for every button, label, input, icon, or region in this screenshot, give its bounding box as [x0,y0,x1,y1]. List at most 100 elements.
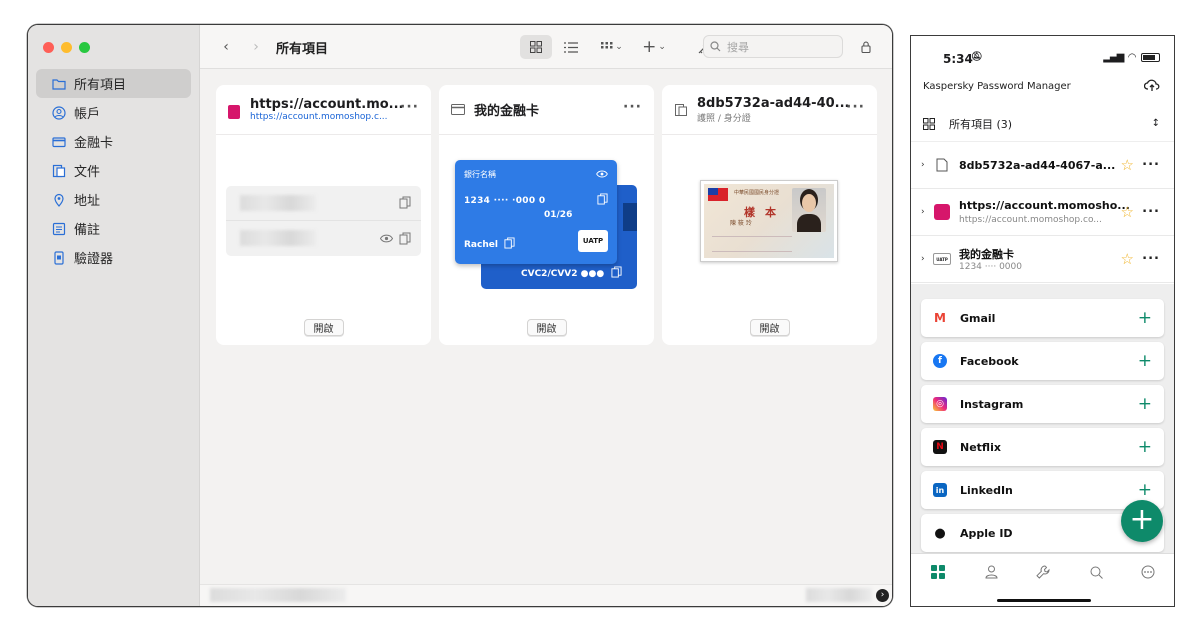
list-view-button[interactable] [560,35,582,59]
more-options-button[interactable]: ··· [400,99,419,115]
home-indicator [997,599,1091,602]
list-item[interactable]: › https://account.momosho... https://acc… [911,189,1174,236]
location-pin-icon [52,193,66,207]
card-expiry: 01/26 [544,210,573,220]
cloud-sync-icon [1143,79,1160,91]
wifi-icon: ◠ [1128,52,1136,63]
item-card-document[interactable]: 8db5732a-ad44-40... 護照 / 身分證 ··· 中華民國國民身… [662,85,877,345]
sidebar-item-documents[interactable]: 文件 [36,156,191,185]
sidebar-item-notes[interactable]: 備註 [36,214,191,243]
card-header: 我的金融卡 ··· [439,85,654,135]
service-row-linkedin[interactable]: in LinkedIn + [921,471,1164,509]
item-card-account[interactable]: https://account.mo... https://account.mo… [216,85,431,345]
search-icon [710,41,721,52]
sidebar-item-addresses[interactable]: 地址 [36,185,191,214]
sidebar-item-label: 備註 [74,223,101,238]
credential-fields [226,186,421,256]
more-options-button[interactable]: ··· [1142,252,1160,267]
card-title: 我的金融卡 [474,104,540,119]
entry-title: 8db5732a-ad44-4067-a... [959,159,1116,172]
item-card-bank-card[interactable]: 我的金融卡 ··· CVC2/CVV2 ●●● 銀行名稱 1234 ···· ·… [439,85,654,345]
sidebar-item-authenticator[interactable]: 驗證器 [36,243,191,272]
grid-view-button[interactable] [520,35,552,59]
cloud-sync-button[interactable] [1143,78,1160,96]
card-number: 1234 ···· ·000 0 [464,196,546,206]
close-window-button[interactable] [43,42,54,53]
chevron-right-icon: › [921,160,925,170]
copy-icon[interactable] [597,193,608,205]
minimize-window-button[interactable] [61,42,72,53]
card-holder: Rachel [464,237,515,250]
lock-button[interactable] [856,35,876,59]
list-item[interactable]: › 8db5732a-ad44-4067-a... ☆ ··· [911,142,1174,189]
card-subtitle: 護照 / 身分證 [697,113,751,124]
more-options-button[interactable]: ··· [623,99,642,115]
copy-icon[interactable] [611,266,622,278]
sidebar-item-label: 驗證器 [74,252,114,267]
open-button[interactable]: 開啟 [749,319,790,336]
service-row-facebook[interactable]: f Facebook + [921,342,1164,380]
entry-title: https://account.momosho... [959,199,1130,212]
tab-search[interactable] [1086,562,1106,582]
add-icon[interactable]: + [1138,394,1152,414]
card-title: 8db5732a-ad44-40... [697,95,850,111]
add-icon[interactable]: + [1138,480,1152,500]
more-options-button[interactable]: ··· [1142,158,1160,173]
add-icon[interactable]: + [1138,437,1152,457]
holder-name: Rachel [464,240,498,250]
copy-icon[interactable] [399,196,411,209]
star-icon[interactable]: ☆ [1121,156,1134,174]
search-input[interactable]: 搜尋 [703,35,843,58]
bell-slash-icon: 🔕︎ [971,52,983,62]
id-card-image: 中華民國國民身分證 樣本 陳 筱 玲 [700,180,838,262]
grid-icon [530,41,542,53]
copy-icon[interactable] [504,237,515,249]
tab-generator[interactable] [1033,562,1053,582]
apple-icon: ● [934,525,946,541]
flag-icon [708,188,728,201]
chevron-right-icon: › [921,254,925,264]
eye-icon[interactable] [596,170,608,178]
battery-icon [1141,53,1160,62]
ellipsis-icon: ··· [623,99,642,115]
document-icon [52,164,66,178]
add-icon[interactable]: + [1138,351,1152,371]
sidebar-item-cards[interactable]: 金融卡 [36,127,191,156]
items-filter-row[interactable]: 所有項目 (3) ↕ [911,106,1174,142]
chevron-right-icon: › [253,39,259,55]
open-button[interactable]: 開啟 [303,319,344,336]
page-title: 所有項目 [276,42,329,57]
add-icon[interactable]: + [1138,308,1152,328]
sidebar-item-label: 帳戶 [74,107,101,122]
service-label: Netflix [960,440,1001,454]
more-options-button[interactable]: ··· [1142,205,1160,220]
back-button[interactable]: ‹ [216,35,236,59]
service-row-instagram[interactable]: ◎ Instagram + [921,385,1164,423]
zoom-window-button[interactable] [79,42,90,53]
copy-icon[interactable] [399,232,411,245]
star-icon[interactable]: ☆ [1121,250,1134,268]
card-url-link[interactable]: https://account.momoshop.c... [250,112,404,122]
sidebar-item-label: 文件 [74,165,101,180]
sidebar-item-accounts[interactable]: 帳戶 [36,98,191,127]
authenticator-icon [52,250,66,265]
service-row-gmail[interactable]: M Gmail + [921,299,1164,337]
tab-more[interactable] [1138,562,1158,582]
tab-accounts[interactable] [981,562,1001,582]
list-item[interactable]: › UATP 我的金融卡 1234 ···· 0000 ☆ ··· [911,236,1174,283]
star-icon[interactable]: ☆ [1121,203,1134,221]
group-options-button[interactable]: ⌄ [598,35,626,59]
forward-button[interactable]: › [246,35,266,59]
more-options-button[interactable]: ··· [846,99,865,115]
add-item-button[interactable]: + ⌄ [640,35,668,59]
momo-logo-icon [228,104,240,119]
service-row-netflix[interactable]: N Netflix + [921,428,1164,466]
sidebar-item-all-items[interactable]: 所有項目 [36,69,191,98]
eye-icon[interactable] [380,234,393,243]
tab-all-items[interactable] [928,562,948,582]
wrench-icon [1036,565,1050,579]
open-button[interactable]: 開啟 [526,319,567,336]
add-item-fab[interactable]: + [1121,500,1163,542]
service-label: Facebook [960,354,1019,368]
scroll-right-button[interactable]: › [876,589,889,602]
